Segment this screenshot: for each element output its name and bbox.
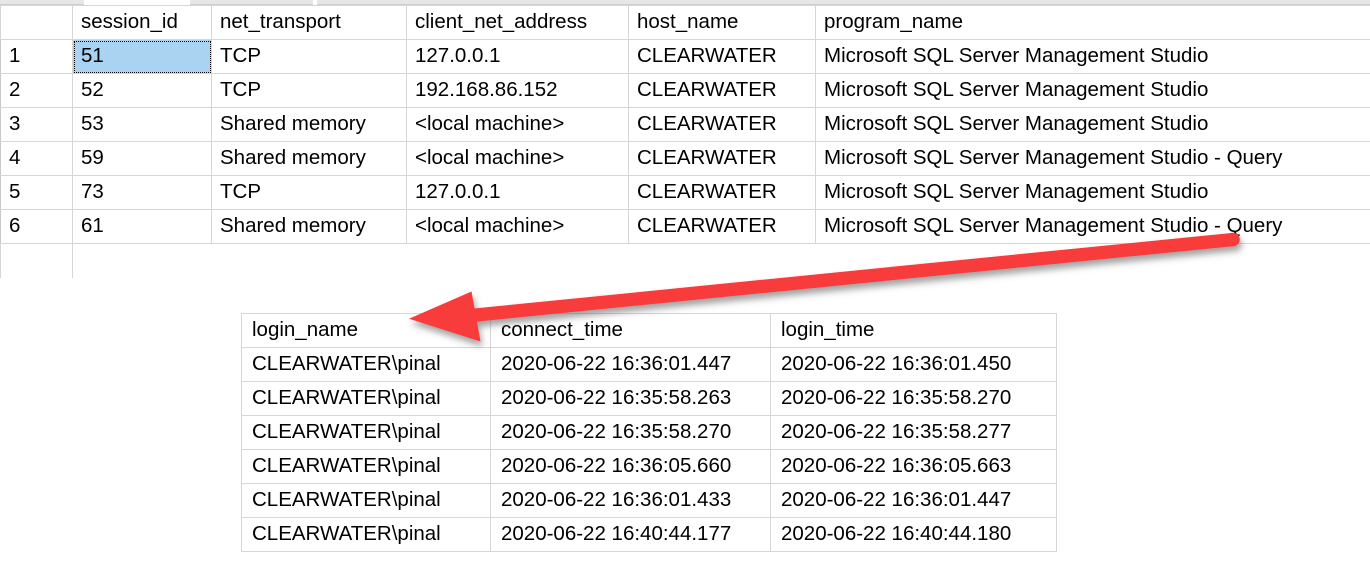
table-row[interactable]: CLEARWATER\pinal 2020-06-22 16:36:01.433…: [241, 483, 1057, 518]
table-empty-row: [0, 243, 1370, 278]
cell-empty: [72, 243, 212, 278]
cell-host-name[interactable]: CLEARWATER: [628, 73, 816, 108]
cell-session-id[interactable]: 59: [72, 141, 212, 176]
table-row[interactable]: 2 52 TCP 192.168.86.152 CLEARWATER Micro…: [0, 73, 1370, 108]
cell-session-id[interactable]: 61: [72, 209, 212, 244]
column-header-rownum[interactable]: [0, 5, 73, 40]
cell-program-name[interactable]: Microsoft SQL Server Management Studio: [815, 39, 1370, 74]
cell-rownum[interactable]: 1: [0, 39, 73, 74]
cell-connect-time[interactable]: 2020-06-22 16:40:44.177: [490, 517, 771, 552]
cell-host-name[interactable]: CLEARWATER: [628, 175, 816, 210]
cell-session-id[interactable]: 73: [72, 175, 212, 210]
column-header-client-net-address[interactable]: client_net_address: [406, 5, 629, 40]
cell-client-net-address[interactable]: 127.0.0.1: [406, 39, 629, 74]
cell-client-net-address[interactable]: <local machine>: [406, 107, 629, 142]
cell-login-name[interactable]: CLEARWATER\pinal: [241, 483, 491, 518]
table-row[interactable]: 5 73 TCP 127.0.0.1 CLEARWATER Microsoft …: [0, 175, 1370, 210]
cell-host-name[interactable]: CLEARWATER: [628, 107, 816, 142]
cell-client-net-address[interactable]: 192.168.86.152: [406, 73, 629, 108]
column-header-host-name[interactable]: host_name: [628, 5, 816, 40]
table-row[interactable]: 1 51 TCP 127.0.0.1 CLEARWATER Microsoft …: [0, 39, 1370, 74]
column-header-login-time[interactable]: login_time: [770, 313, 1057, 348]
cell-connect-time[interactable]: 2020-06-22 16:35:58.263: [490, 381, 771, 416]
column-header-connect-time[interactable]: connect_time: [490, 313, 771, 348]
cell-client-net-address[interactable]: <local machine>: [406, 209, 629, 244]
cell-program-name[interactable]: Microsoft SQL Server Management Studio -…: [815, 209, 1370, 244]
column-header-program-name[interactable]: program_name: [815, 5, 1370, 40]
cell-rownum[interactable]: 5: [0, 175, 73, 210]
cell-rownum[interactable]: 3: [0, 107, 73, 142]
cell-host-name[interactable]: CLEARWATER: [628, 209, 816, 244]
cell-login-time[interactable]: 2020-06-22 16:36:05.663: [770, 449, 1057, 484]
cell-program-name[interactable]: Microsoft SQL Server Management Studio: [815, 107, 1370, 142]
cell-connect-time[interactable]: 2020-06-22 16:36:05.660: [490, 449, 771, 484]
table-row[interactable]: 4 59 Shared memory <local machine> CLEAR…: [0, 141, 1370, 176]
cell-session-id[interactable]: 51: [72, 39, 212, 74]
cell-program-name[interactable]: Microsoft SQL Server Management Studio: [815, 73, 1370, 108]
table-row[interactable]: CLEARWATER\pinal 2020-06-22 16:40:44.177…: [241, 517, 1057, 552]
table-row[interactable]: CLEARWATER\pinal 2020-06-22 16:35:58.263…: [241, 381, 1057, 416]
cell-rownum[interactable]: 4: [0, 141, 73, 176]
column-header-session-id[interactable]: session_id: [72, 5, 212, 40]
table-header-row: login_name connect_time login_time: [241, 313, 1057, 348]
cell-login-name[interactable]: CLEARWATER\pinal: [241, 517, 491, 552]
cell-net-transport[interactable]: TCP: [211, 73, 407, 108]
cell-session-id[interactable]: 53: [72, 107, 212, 142]
cell-program-name[interactable]: Microsoft SQL Server Management Studio -…: [815, 141, 1370, 176]
table-row[interactable]: CLEARWATER\pinal 2020-06-22 16:36:05.660…: [241, 449, 1057, 484]
cell-empty: [0, 243, 73, 278]
cell-empty: [628, 243, 816, 278]
cell-net-transport[interactable]: Shared memory: [211, 107, 407, 142]
cell-connect-time[interactable]: 2020-06-22 16:36:01.433: [490, 483, 771, 518]
cell-login-time[interactable]: 2020-06-22 16:35:58.270: [770, 381, 1057, 416]
table-row[interactable]: 3 53 Shared memory <local machine> CLEAR…: [0, 107, 1370, 142]
cell-empty: [211, 243, 407, 278]
sessions-results-grid[interactable]: session_id net_transport client_net_addr…: [0, 5, 1370, 278]
cell-login-name[interactable]: CLEARWATER\pinal: [241, 381, 491, 416]
table-row[interactable]: CLEARWATER\pinal 2020-06-22 16:36:01.447…: [241, 347, 1057, 382]
cell-client-net-address[interactable]: <local machine>: [406, 141, 629, 176]
column-header-net-transport[interactable]: net_transport: [211, 5, 407, 40]
cell-empty: [406, 243, 629, 278]
cell-login-time[interactable]: 2020-06-22 16:36:01.447: [770, 483, 1057, 518]
cell-login-name[interactable]: CLEARWATER\pinal: [241, 415, 491, 450]
cell-host-name[interactable]: CLEARWATER: [628, 39, 816, 74]
cell-connect-time[interactable]: 2020-06-22 16:35:58.270: [490, 415, 771, 450]
cell-net-transport[interactable]: TCP: [211, 39, 407, 74]
cell-host-name[interactable]: CLEARWATER: [628, 141, 816, 176]
cell-login-name[interactable]: CLEARWATER\pinal: [241, 449, 491, 484]
table-row[interactable]: 6 61 Shared memory <local machine> CLEAR…: [0, 209, 1370, 244]
cell-login-time[interactable]: 2020-06-22 16:36:01.450: [770, 347, 1057, 382]
cell-login-time[interactable]: 2020-06-22 16:35:58.277: [770, 415, 1057, 450]
cell-empty: [815, 243, 1370, 278]
column-header-login-name[interactable]: login_name: [241, 313, 491, 348]
cell-rownum[interactable]: 6: [0, 209, 73, 244]
table-row[interactable]: CLEARWATER\pinal 2020-06-22 16:35:58.270…: [241, 415, 1057, 450]
cell-net-transport[interactable]: Shared memory: [211, 209, 407, 244]
cell-net-transport[interactable]: TCP: [211, 175, 407, 210]
cell-net-transport[interactable]: Shared memory: [211, 141, 407, 176]
cell-connect-time[interactable]: 2020-06-22 16:36:01.447: [490, 347, 771, 382]
cell-session-id[interactable]: 52: [72, 73, 212, 108]
cell-login-name[interactable]: CLEARWATER\pinal: [241, 347, 491, 382]
cell-login-time[interactable]: 2020-06-22 16:40:44.180: [770, 517, 1057, 552]
cell-client-net-address[interactable]: 127.0.0.1: [406, 175, 629, 210]
cell-rownum[interactable]: 2: [0, 73, 73, 108]
logins-results-grid[interactable]: login_name connect_time login_time CLEAR…: [241, 313, 1057, 552]
cell-program-name[interactable]: Microsoft SQL Server Management Studio: [815, 175, 1370, 210]
table-header-row: session_id net_transport client_net_addr…: [0, 5, 1370, 40]
